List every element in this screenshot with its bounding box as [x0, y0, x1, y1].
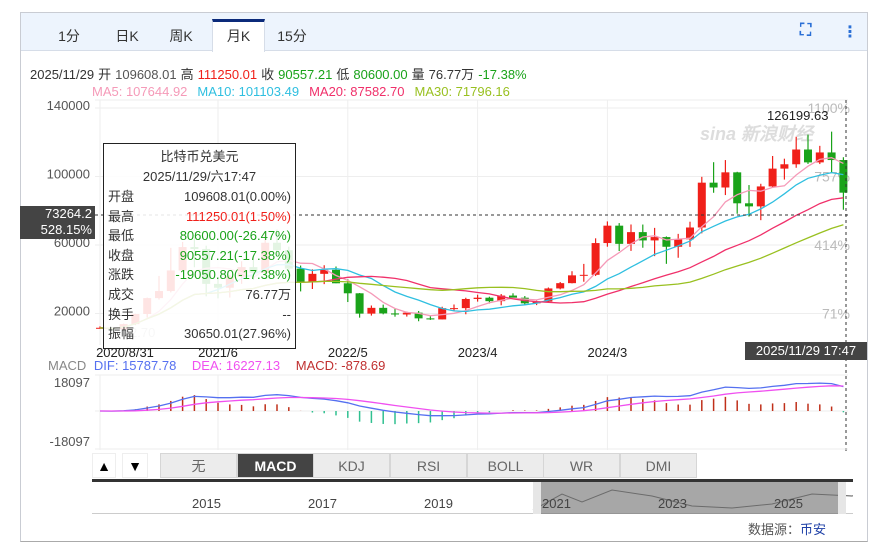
indicator-wr-button[interactable]: WR	[543, 453, 620, 478]
candle-body	[355, 293, 364, 314]
data-source: 数据源：币安	[747, 522, 826, 537]
candle-body	[615, 225, 624, 244]
candle-body	[426, 318, 435, 320]
x-tick-label: 2023/4	[458, 345, 498, 360]
candle-body	[461, 298, 470, 309]
tooltip-row: 开盘 109608.01(0.00%)	[108, 189, 291, 204]
tooltip-row: 成交 76.77万	[108, 286, 291, 302]
tooltip: 比特币兑美元 2025/11/29/六17:47 开盘 109608.01(0.0…	[103, 143, 296, 349]
tooltip-row: 振幅 30650.01(27.96%)	[108, 326, 291, 342]
candle-body	[450, 308, 458, 310]
candle-body	[509, 295, 517, 298]
indicator-boll-button[interactable]: BOLL	[467, 453, 544, 478]
candle-body	[367, 307, 376, 314]
y-tick-label: 100000	[47, 167, 90, 182]
candle-body	[792, 149, 801, 165]
candle-body	[804, 149, 812, 163]
tooltip-row: 涨跌 -19050.80(-17.38%)	[108, 267, 291, 283]
tooltip-row: 收盘 90557.21(-17.38%)	[108, 247, 291, 263]
candle-body	[733, 172, 742, 204]
indicator-kdj-button[interactable]: KDJ	[313, 453, 390, 478]
candle-body	[756, 186, 765, 207]
scroll-down-button[interactable]: ▼	[122, 453, 148, 478]
candle-body	[379, 307, 388, 314]
candle-body	[473, 297, 482, 299]
crosshair-price-label: 73264.2 528.15%	[20, 206, 95, 239]
candle-body	[745, 203, 753, 207]
candle-body	[780, 164, 789, 169]
tooltip-row: 最高 111250.01(1.50%)	[108, 208, 291, 224]
source-link[interactable]: 币安	[800, 522, 826, 537]
candle-body	[343, 283, 352, 294]
tooltip-row: 换手 --	[108, 306, 291, 322]
candle-body	[721, 172, 730, 188]
tooltip-title: 比特币兑美元	[160, 149, 239, 164]
max-price-label: 126199.63	[767, 108, 828, 123]
macd-top-label: 18097	[54, 375, 90, 390]
candle-body	[296, 268, 305, 282]
scroll-up-button[interactable]: ▲	[92, 453, 116, 478]
indicator-dmi-button[interactable]: DMI	[620, 453, 697, 478]
dif-value: DIF: 15787.78	[93, 358, 177, 373]
macd-bottom-label: -18097	[50, 434, 90, 449]
macd-value: MACD: -878.69	[295, 358, 386, 373]
range-navigator[interactable]: 2015 2017 2019 2021 2023 2025	[92, 479, 853, 514]
candle-body	[603, 225, 612, 244]
candle-body	[697, 182, 706, 228]
candle-body	[579, 274, 588, 276]
candle-body	[839, 160, 848, 193]
y-tick-label: 140000	[47, 98, 90, 113]
indicator-macd-button[interactable]: MACD	[237, 453, 314, 478]
indicator-rsi-button[interactable]: RSI	[390, 453, 467, 478]
pct-tick-label: 414%	[814, 237, 850, 253]
tooltip-row: 最低 80600.00(-26.47%)	[108, 228, 291, 244]
y-tick-label: 20000	[54, 304, 90, 319]
candle-body	[650, 237, 659, 241]
candle-body	[709, 182, 718, 188]
crosshair-date-label: 2025/11/29 17:47	[745, 342, 867, 360]
candle-body	[391, 313, 399, 315]
macd-legend: MACD DIF: 15787.78 DEA: 16227.13 MACD: -…	[48, 358, 386, 373]
dea-value: DEA: 16227.13	[191, 358, 281, 373]
tooltip-datetime: 2025/11/29/六17:47	[142, 169, 257, 184]
candle-body	[556, 283, 565, 289]
watermark-sina: sina 新浪财经	[700, 124, 816, 144]
candle-body	[768, 168, 777, 187]
indicator-无-button[interactable]: 无	[160, 453, 237, 478]
candle-body	[485, 297, 494, 302]
pct-tick-label: 71%	[822, 306, 850, 322]
candle-body	[568, 275, 576, 284]
x-tick-label: 2024/3	[588, 345, 628, 360]
candle-body	[308, 273, 317, 282]
dea-line	[100, 385, 844, 414]
